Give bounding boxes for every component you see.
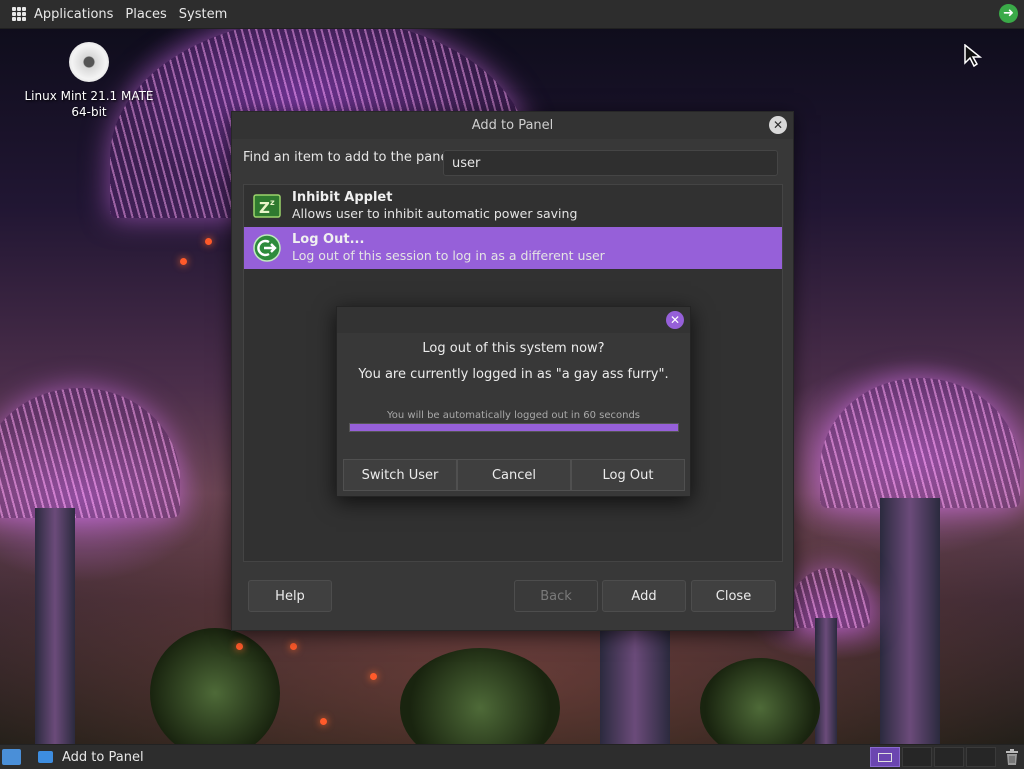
dialog-heading: Log out of this system now? (422, 341, 605, 356)
wallpaper-light (370, 673, 377, 680)
wallpaper-bush (700, 658, 820, 744)
workspace-1[interactable] (870, 747, 900, 767)
log-out-button[interactable]: Log Out (571, 459, 685, 491)
switch-user-button[interactable]: Switch User (343, 459, 457, 491)
list-item-description: Log out of this session to log in as a d… (292, 248, 605, 263)
window-icon (38, 751, 53, 763)
logout-icon (253, 234, 281, 262)
mouse-pointer-icon (964, 44, 983, 68)
wallpaper-tree (0, 388, 180, 518)
wallpaper-light (290, 643, 297, 650)
find-row: Find an item to add to the panel: (243, 150, 457, 165)
wallpaper-light (320, 718, 327, 725)
window-title: Add to Panel (471, 118, 554, 133)
wallpaper-tree (820, 378, 1020, 508)
list-item-text: Inhibit Applet Allows user to inhibit au… (292, 190, 577, 222)
list-item-description: Allows user to inhibit automatic power s… (292, 206, 578, 221)
places-menu[interactable]: Places (125, 7, 166, 22)
show-desktop-icon[interactable] (2, 749, 21, 765)
workspace-window-thumbnail (878, 753, 892, 762)
workspace-4[interactable] (966, 747, 996, 767)
progress-fill (350, 424, 678, 431)
list-item-inhibit-applet[interactable]: Z z Inhibit Applet Allows user to inhibi… (244, 185, 782, 227)
wallpaper-trunk (815, 618, 837, 744)
window-titlebar[interactable]: Add to Panel ✕ (232, 112, 793, 139)
find-label: Find an item to add to the panel: (243, 150, 457, 165)
countdown-progress-bar (349, 423, 679, 432)
window-close-button[interactable]: ✕ (769, 116, 787, 134)
system-menu[interactable]: System (179, 7, 227, 22)
trash-icon[interactable] (1004, 748, 1020, 766)
wallpaper-bush (400, 648, 560, 744)
bottom-panel: Add to Panel (0, 744, 1024, 769)
applications-menu-label: Applications (34, 6, 114, 22)
wallpaper-light (205, 238, 212, 245)
add-button[interactable]: Add (602, 580, 686, 612)
search-input[interactable] (443, 150, 778, 176)
desktop-icon-label: Linux Mint 21.1 MATE 64-bit (14, 88, 164, 120)
help-button[interactable]: Help (248, 580, 332, 612)
inhibit-applet-icon: Z z (253, 194, 281, 218)
dialog-titlebar[interactable]: ✕ (337, 307, 690, 333)
desktop-icon-label-line2: 64-bit (71, 105, 107, 119)
logout-dialog: ✕ Log out of this system now? You are cu… (336, 306, 691, 497)
applications-menu[interactable]: Applications (0, 7, 113, 22)
top-panel: Applications Places System ➜ (0, 0, 1024, 29)
wallpaper-light (180, 258, 187, 265)
wallpaper-bush (150, 628, 280, 744)
workspace-3[interactable] (934, 747, 964, 767)
wallpaper-trunk (35, 508, 75, 744)
desktop-icon-install-disc[interactable]: Linux Mint 21.1 MATE 64-bit (14, 42, 164, 120)
list-item-title: Log Out... (292, 232, 365, 247)
dialog-close-button[interactable]: ✕ (666, 311, 684, 329)
taskbar-item-add-to-panel[interactable]: Add to Panel (38, 745, 144, 769)
close-button[interactable]: Close (691, 580, 776, 612)
workspace-2[interactable] (902, 747, 932, 767)
desktop-icon-label-line1: Linux Mint 21.1 MATE (24, 89, 154, 103)
list-item-title: Inhibit Applet (292, 190, 393, 205)
taskbar-item-label: Add to Panel (62, 749, 144, 765)
list-item-log-out[interactable]: Log Out... Log out of this session to lo… (244, 227, 782, 269)
back-button[interactable]: Back (514, 580, 598, 612)
wallpaper-trunk (880, 498, 940, 744)
disc-icon (69, 42, 109, 82)
logout-arrow-icon[interactable]: ➜ (999, 4, 1018, 23)
app-grid-icon (12, 7, 26, 21)
svg-text:Z: Z (259, 199, 270, 217)
list-item-text: Log Out... Log out of this session to lo… (292, 232, 605, 264)
dialog-message: You are currently logged in as "a gay as… (358, 367, 669, 382)
countdown-text: You will be automatically logged out in … (386, 410, 641, 421)
wallpaper-light (236, 643, 243, 650)
svg-text:z: z (270, 198, 275, 207)
cancel-button[interactable]: Cancel (457, 459, 571, 491)
